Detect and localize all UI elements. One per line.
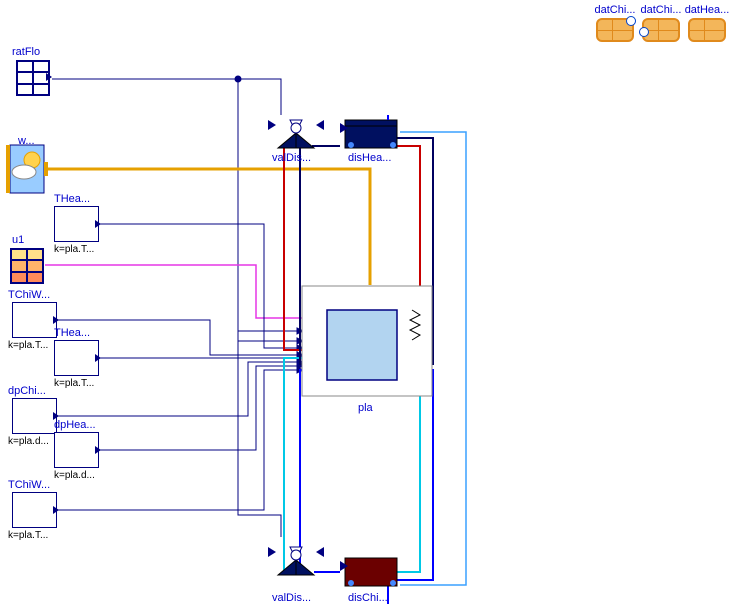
dpChi-block[interactable] bbox=[12, 398, 57, 434]
THea2-sub: k=pla.T... bbox=[54, 378, 94, 389]
TChiW2-block[interactable] bbox=[12, 492, 57, 528]
records-area: datChi... datChi... datHea... bbox=[596, 4, 726, 42]
THea-sub: k=pla.T... bbox=[54, 244, 94, 255]
dpHea-sub: k=pla.d... bbox=[54, 470, 95, 481]
TChiW-sub: k=pla.T... bbox=[8, 340, 48, 351]
TChiW2-sub: k=pla.T... bbox=[8, 530, 48, 541]
record-label: datChi... bbox=[641, 4, 682, 16]
dpChi-sub: k=pla.d... bbox=[8, 436, 49, 447]
u1-block[interactable] bbox=[10, 248, 44, 284]
TChiW-block[interactable] bbox=[12, 302, 57, 338]
record-label: datHea... bbox=[685, 4, 730, 16]
ratFlo-block[interactable] bbox=[16, 60, 50, 96]
record-label: datChi... bbox=[595, 4, 636, 16]
THea-block[interactable] bbox=[54, 206, 99, 242]
record-datChi1[interactable]: datChi... bbox=[596, 4, 634, 42]
dpHea-block[interactable] bbox=[54, 432, 99, 468]
THea2-block[interactable] bbox=[54, 340, 99, 376]
record-datChi2[interactable]: datChi... bbox=[642, 4, 680, 42]
diagram-connections bbox=[0, 0, 730, 616]
record-datHea[interactable]: datHea... bbox=[688, 4, 726, 42]
